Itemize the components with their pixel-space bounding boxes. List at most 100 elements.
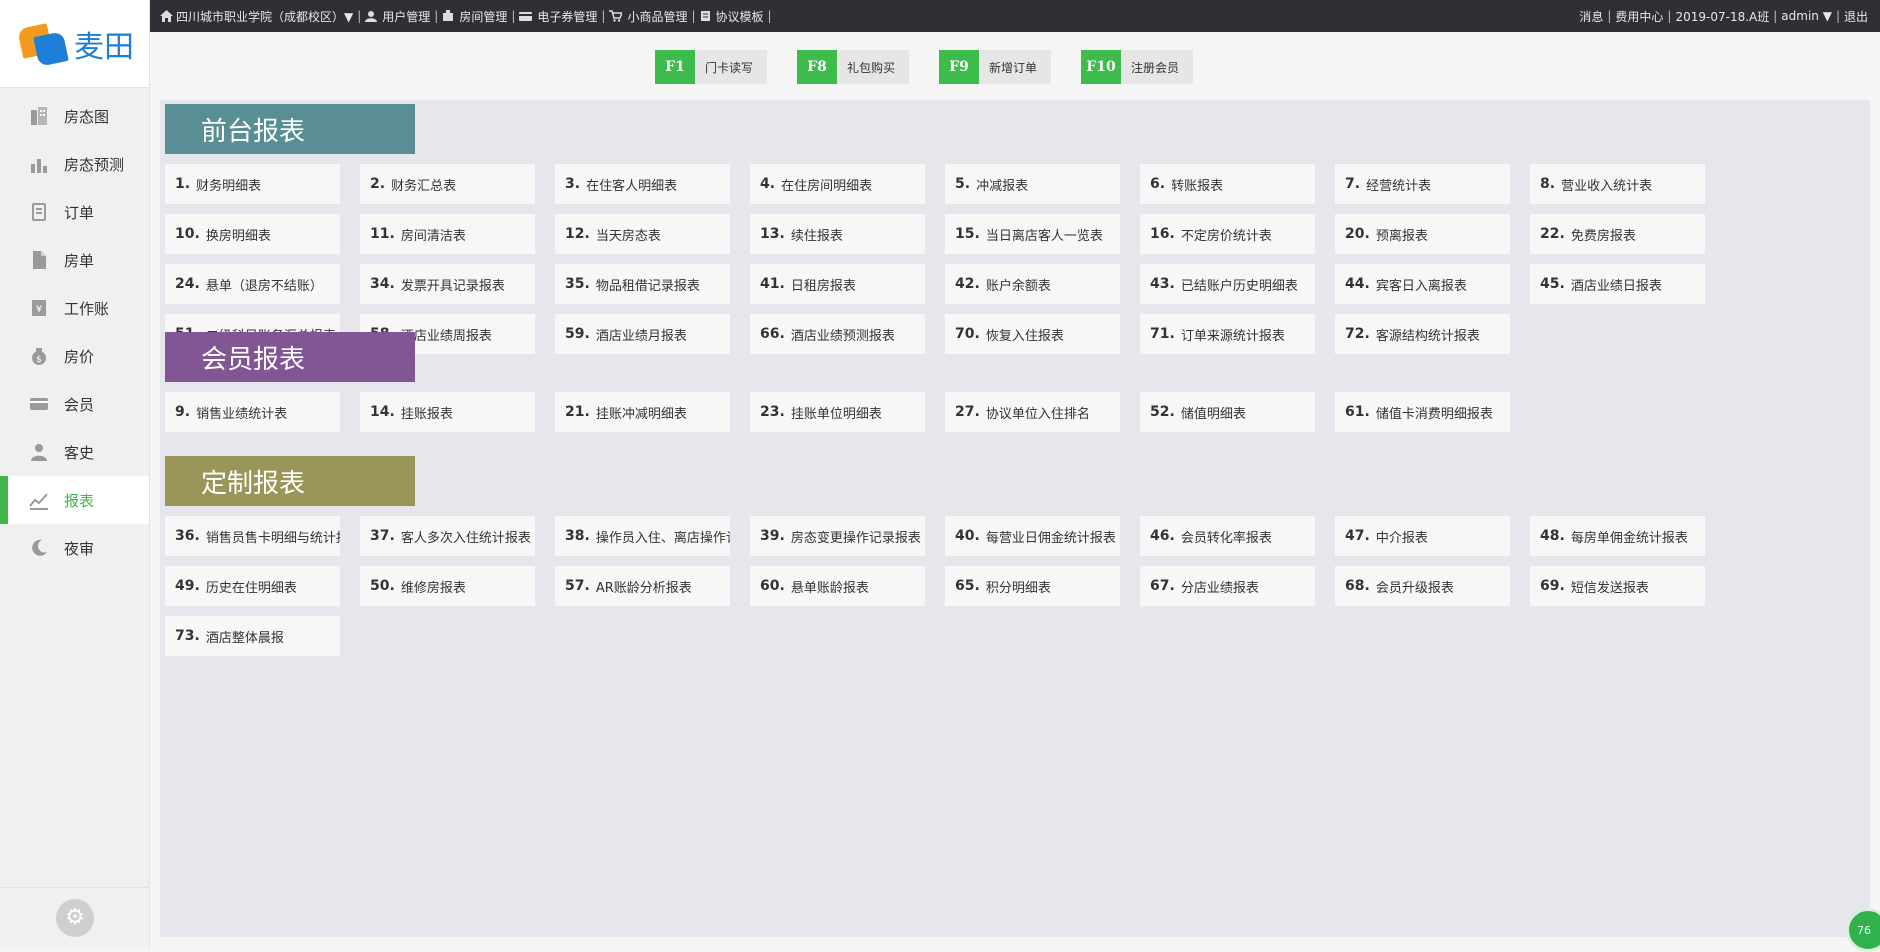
- report-link[interactable]: 20. 预离报表: [1335, 214, 1510, 254]
- hotkey-label: 门卡读写: [705, 60, 754, 75]
- report-name: 积分明细表: [985, 580, 1051, 596]
- report-link[interactable]: 15. 当日离店客人一览表: [945, 214, 1120, 254]
- report-link[interactable]: 48. 每房单佣金统计报表: [1530, 516, 1705, 556]
- report-link[interactable]: 50. 维修房报表: [360, 566, 535, 606]
- report-number: 50.: [370, 578, 395, 594]
- sidebar-item-8[interactable]: 报表: [0, 476, 149, 524]
- sidebar-item-label: 房单: [64, 251, 95, 270]
- report-name: 储值卡消费明细报表: [1375, 406, 1493, 422]
- report-link[interactable]: 14. 挂账报表: [360, 392, 535, 432]
- user-icon: [365, 10, 380, 22]
- report-number: 35.: [565, 276, 590, 292]
- report-link[interactable]: 35. 物品租借记录报表: [555, 264, 730, 304]
- report-name: 营业收入统计表: [1561, 178, 1653, 194]
- report-name: 悬单账龄报表: [790, 580, 869, 596]
- report-link[interactable]: 40. 每营业日佣金统计报表: [945, 516, 1120, 556]
- report-link[interactable]: 60. 悬单账龄报表: [750, 566, 925, 606]
- hotel-selector[interactable]: 四川城市职业学院（成都校区）▼: [160, 8, 353, 25]
- sidebar-item-4[interactable]: ¥ 工作账: [0, 284, 149, 332]
- report-link[interactable]: 65. 积分明细表: [945, 566, 1120, 606]
- hotkey-button-f10[interactable]: F10 注册会员: [1081, 50, 1194, 84]
- report-link[interactable]: 44. 宾客日入离报表: [1335, 264, 1510, 304]
- ledger-icon: ¥: [28, 297, 50, 319]
- coupon-management-link[interactable]: 电子券管理: [519, 8, 597, 25]
- hotkey-button-f9[interactable]: F9 新增订单: [939, 50, 1052, 84]
- room-management-link[interactable]: 房间管理: [442, 8, 507, 25]
- report-link[interactable]: 69. 短信发送报表: [1530, 566, 1705, 606]
- report-link[interactable]: 22. 免费房报表: [1530, 214, 1705, 254]
- exit-link[interactable]: 退出: [1844, 8, 1868, 25]
- sidebar-item-5[interactable]: $ 房价: [0, 332, 149, 380]
- messages-link[interactable]: 消息: [1579, 8, 1603, 25]
- report-link[interactable]: 57. AR账龄分析报表: [555, 566, 730, 606]
- report-link[interactable]: 34. 发票开具记录报表: [360, 264, 535, 304]
- report-link[interactable]: 8. 营业收入统计表: [1530, 164, 1705, 204]
- report-link[interactable]: 49. 历史在住明细表: [165, 566, 340, 606]
- goods-management-link[interactable]: 小商品管理: [609, 8, 687, 25]
- report-link[interactable]: 45. 酒店业绩日报表: [1530, 264, 1705, 304]
- agreement-template-link[interactable]: 协议模板: [700, 8, 764, 25]
- report-link[interactable]: 4. 在住房间明细表: [750, 164, 925, 204]
- sidebar-item-9[interactable]: 夜审: [0, 524, 149, 572]
- report-link[interactable]: 13. 续住报表: [750, 214, 925, 254]
- report-link[interactable]: 9. 销售业绩统计表: [165, 392, 340, 432]
- room-icon: [442, 10, 457, 22]
- section-title: 会员报表: [165, 332, 415, 382]
- report-link[interactable]: 7. 经营统计表: [1335, 164, 1510, 204]
- report-link[interactable]: 3. 在住客人明细表: [555, 164, 730, 204]
- report-link[interactable]: 10. 换房明细表: [165, 214, 340, 254]
- sidebar-item-1[interactable]: 房态预测: [0, 140, 149, 188]
- hotkey-button-f1[interactable]: F1 门卡读写: [655, 50, 768, 84]
- sidebar-item-0[interactable]: 房态图: [0, 92, 149, 140]
- report-name: 短信发送报表: [1570, 580, 1649, 596]
- report-link[interactable]: 2. 财务汇总表: [360, 164, 535, 204]
- report-link[interactable]: 73. 酒店整体晨报: [165, 616, 340, 656]
- floating-badge[interactable]: 76: [1846, 908, 1880, 952]
- report-name: 销售业绩统计表: [196, 406, 288, 422]
- report-link[interactable]: 37. 客人多次入住统计报表: [360, 516, 535, 556]
- report-link[interactable]: 27. 协议单位入住排名: [945, 392, 1120, 432]
- settings-gear-icon[interactable]: ⚙: [56, 898, 94, 937]
- sidebar-item-2[interactable]: 订单: [0, 188, 149, 236]
- sidebar-item-7[interactable]: 客史: [0, 428, 149, 476]
- report-link[interactable]: 61. 储值卡消费明细报表: [1335, 392, 1510, 432]
- report-link[interactable]: 38. 操作员入住、离店操作记录: [555, 516, 730, 556]
- report-link[interactable]: 41. 日租房报表: [750, 264, 925, 304]
- report-link[interactable]: 43. 已结账户历史明细表: [1140, 264, 1315, 304]
- hotkey-button-f8[interactable]: F8 礼包购买: [797, 50, 910, 84]
- report-number: 46.: [1150, 528, 1175, 544]
- report-number: 49.: [175, 578, 200, 594]
- report-number: 48.: [1540, 528, 1565, 544]
- report-link[interactable]: 67. 分店业绩报表: [1140, 566, 1315, 606]
- report-link[interactable]: 24. 悬单（退房不结账）: [165, 264, 340, 304]
- user-menu[interactable]: admin ▼: [1781, 9, 1832, 23]
- report-name: 经营统计表: [1366, 178, 1432, 194]
- report-link[interactable]: 23. 挂账单位明细表: [750, 392, 925, 432]
- report-link[interactable]: 39. 房态变更操作记录报表: [750, 516, 925, 556]
- brand-logo[interactable]: 麦田: [0, 0, 149, 88]
- hotkey-bar: F1 门卡读写 F8 礼包购买 F9 新增订单 F10 注册会员: [655, 50, 1223, 84]
- report-number: 61.: [1345, 404, 1370, 420]
- report-link[interactable]: 36. 销售员售卡明细与统计报表: [165, 516, 340, 556]
- report-link[interactable]: 1. 财务明细表: [165, 164, 340, 204]
- report-link[interactable]: 42. 账户余额表: [945, 264, 1120, 304]
- sidebar-item-6[interactable]: 会员: [0, 380, 149, 428]
- report-link[interactable]: 68. 会员升级报表: [1335, 566, 1510, 606]
- report-link[interactable]: 16. 不定房价统计表: [1140, 214, 1315, 254]
- report-link[interactable]: 11. 房间清洁表: [360, 214, 535, 254]
- report-link[interactable]: 52. 储值明细表: [1140, 392, 1315, 432]
- sidebar-item-3[interactable]: 房单: [0, 236, 149, 284]
- report-link[interactable]: 12. 当天房态表: [555, 214, 730, 254]
- report-link[interactable]: 21. 挂账冲减明细表: [555, 392, 730, 432]
- report-name: 会员转化率报表: [1180, 530, 1272, 546]
- sidebar-item-label: 客史: [64, 443, 95, 462]
- report-link[interactable]: 47. 中介报表: [1335, 516, 1510, 556]
- user-management-link[interactable]: 用户管理: [365, 8, 430, 25]
- report-link[interactable]: 5. 冲减报表: [945, 164, 1120, 204]
- fee-center-link[interactable]: 费用中心: [1615, 8, 1663, 25]
- document-icon: [28, 249, 50, 271]
- report-link[interactable]: 46. 会员转化率报表: [1140, 516, 1315, 556]
- report-number: 65.: [955, 578, 980, 594]
- front-desk-reports-section: 前台报表 1. 财务明细表 2. 财务汇总表 3. 在住客人明细表 4. 在住房间明细表 5. 冲减…: [165, 104, 1705, 354]
- report-link[interactable]: 6. 转账报表: [1140, 164, 1315, 204]
